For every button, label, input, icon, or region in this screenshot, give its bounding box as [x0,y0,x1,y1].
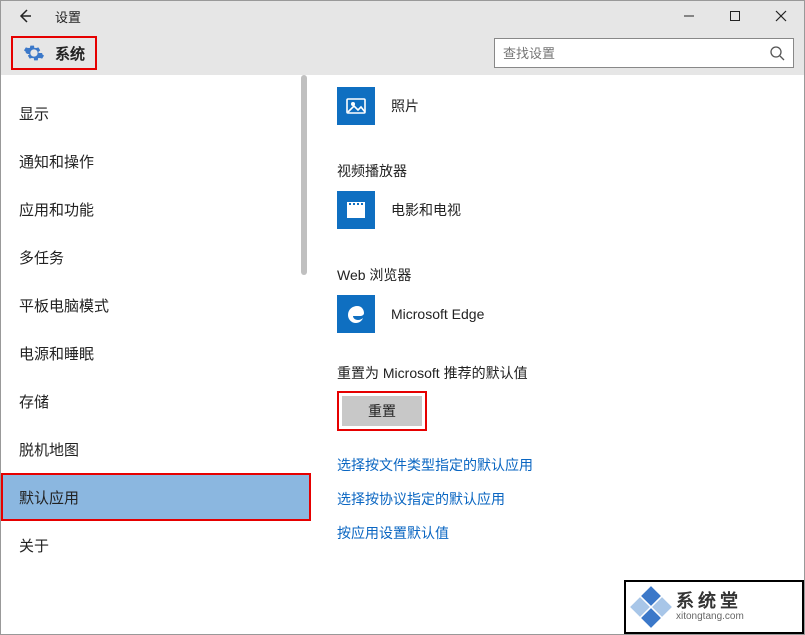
reset-button[interactable]: 重置 [342,396,422,426]
reset-section-label: 重置为 Microsoft 推荐的默认值 [337,363,784,383]
titlebar: 设置 [1,1,804,31]
search-box[interactable] [494,38,794,68]
maximize-button[interactable] [712,1,758,31]
maximize-icon [729,10,741,22]
video-app-name: 电影和电视 [391,200,461,220]
sidebar-item-label: 关于 [19,535,49,556]
sidebar-item-about[interactable]: 关于 [1,521,311,569]
edge-icon [337,295,375,333]
system-heading-label: 系统 [55,43,85,64]
sidebar-item-label: 显示 [19,103,49,124]
reset-button-highlight: 重置 [337,391,427,431]
sidebar-item-notifications[interactable]: 通知和操作 [1,137,311,185]
photos-app-name: 照片 [391,96,419,116]
back-button[interactable] [13,4,37,28]
sidebar-item-storage[interactable]: 存储 [1,377,311,425]
window-controls [666,1,804,31]
close-icon [775,10,787,22]
system-heading: 系统 [11,36,97,70]
sidebar-item-label: 平板电脑模式 [19,295,109,316]
sidebar-item-label: 默认应用 [19,487,79,508]
sidebar-item-tablet-mode[interactable]: 平板电脑模式 [1,281,311,329]
sidebar-item-display[interactable]: 显示 [1,89,311,137]
watermark: 系统堂 xitongtang.com [624,580,804,634]
sidebar-item-power-sleep[interactable]: 电源和睡眠 [1,329,311,377]
arrow-left-icon [17,8,33,24]
sidebar-item-label: 应用和功能 [19,199,94,220]
search-input[interactable] [503,46,769,61]
sidebar-item-default-apps[interactable]: 默认应用 [1,473,311,521]
sidebar-item-label: 脱机地图 [19,439,79,460]
default-apps-links: 选择按文件类型指定的默认应用 选择按协议指定的默认应用 按应用设置默认值 [337,455,784,543]
sidebar-scrollbar-thumb[interactable] [301,75,307,275]
main-panel: 照片 视频播放器 电影和电视 Web 浏览器 Microsoft Edge 重置… [311,75,804,634]
watermark-cn: 系统堂 [676,592,744,612]
link-by-app[interactable]: 按应用设置默认值 [337,523,784,543]
sidebar-scrollbar-track[interactable] [291,75,311,634]
watermark-url: xitongtang.com [676,611,744,622]
toolbar: 系统 [1,31,804,75]
photos-icon [337,87,375,125]
sidebar-item-apps-features[interactable]: 应用和功能 [1,185,311,233]
sidebar-item-label: 多任务 [19,247,64,268]
sidebar-item-multitasking[interactable]: 多任务 [1,233,311,281]
sidebar-item-offline-maps[interactable]: 脱机地图 [1,425,311,473]
watermark-text: 系统堂 xitongtang.com [676,592,744,623]
browser-app-name: Microsoft Edge [391,306,484,322]
web-browser-section-label: Web 浏览器 [337,265,784,285]
link-by-filetype[interactable]: 选择按文件类型指定的默认应用 [337,455,784,475]
video-player-section-label: 视频播放器 [337,161,784,181]
minimize-icon [683,10,695,22]
default-app-browser[interactable]: Microsoft Edge [337,295,784,333]
movies-tv-icon [337,191,375,229]
default-app-video[interactable]: 电影和电视 [337,191,784,229]
watermark-logo-icon [634,590,668,624]
sidebar: 显示 通知和操作 应用和功能 多任务 平板电脑模式 电源和睡眠 存储 脱机地图 … [1,75,311,634]
link-by-protocol[interactable]: 选择按协议指定的默认应用 [337,489,784,509]
close-button[interactable] [758,1,804,31]
default-app-photos[interactable]: 照片 [337,87,784,125]
gear-icon [23,42,45,64]
minimize-button[interactable] [666,1,712,31]
sidebar-item-label: 存储 [19,391,49,412]
window-title: 设置 [55,7,81,26]
sidebar-item-label: 通知和操作 [19,151,94,172]
sidebar-item-label: 电源和睡眠 [19,343,94,364]
search-icon [769,45,785,61]
